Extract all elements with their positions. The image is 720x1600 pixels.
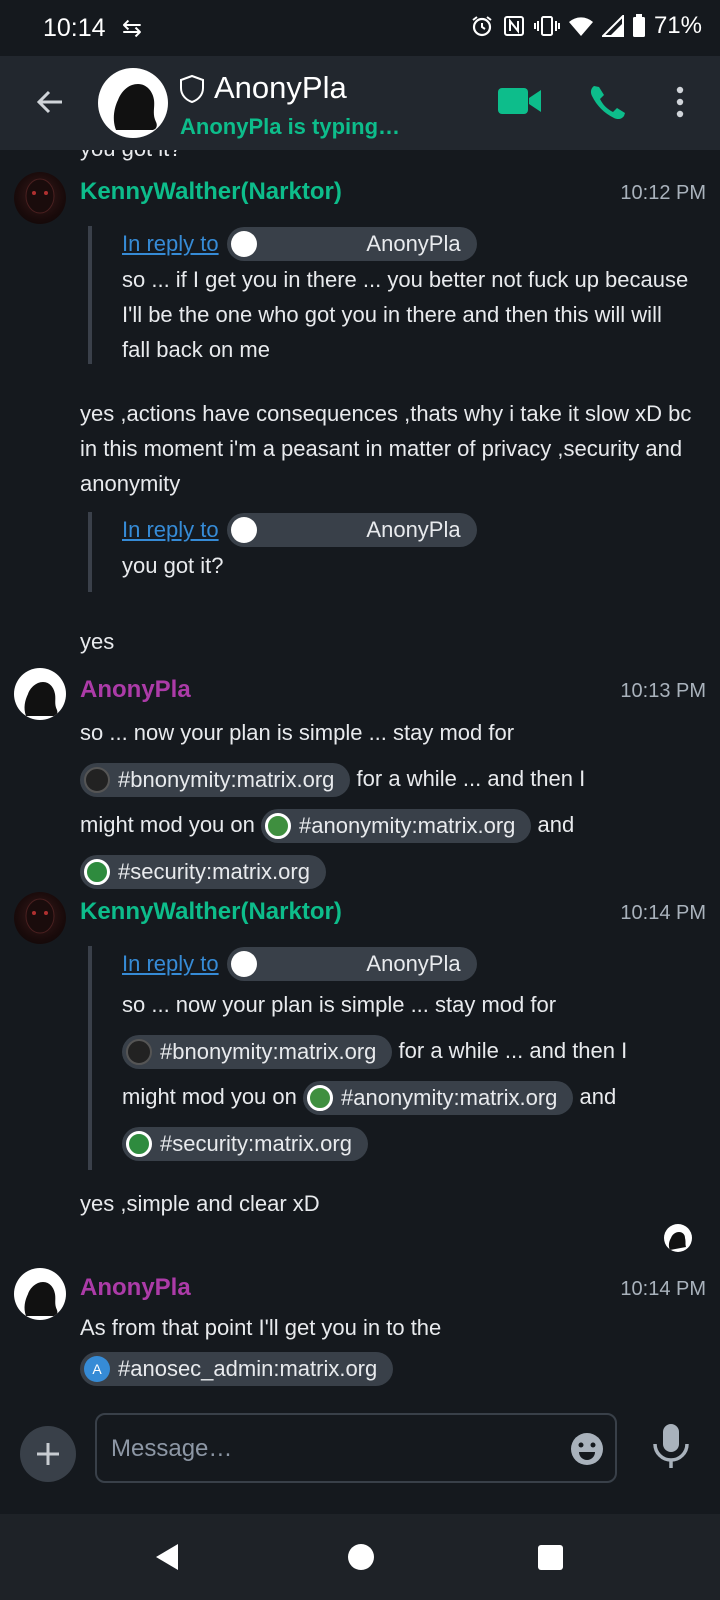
user-pill[interactable]: AnonyPla (226, 227, 477, 261)
back-arrow-icon[interactable] (30, 82, 70, 122)
user-avatar-icon (230, 517, 257, 543)
typing-indicator: AnonyPla is typing… (180, 114, 401, 139)
avatar-kenny[interactable] (14, 892, 66, 944)
nav-back-icon[interactable] (152, 1542, 182, 1572)
user-pill[interactable]: AnonyPla (226, 947, 477, 981)
message-body: yes (80, 629, 115, 654)
room-avatar-icon (265, 813, 291, 840)
wifi-icon (568, 17, 593, 36)
message-timestamp: 10:14 PM (620, 1278, 706, 1300)
status-time: 10:14 (43, 14, 106, 42)
sender-name[interactable]: KennyWalther(Narktor) (80, 898, 342, 926)
avatar-anonypla[interactable] (14, 1268, 66, 1320)
microphone-icon[interactable] (650, 1422, 692, 1470)
quoted-text: so ... if I get you in there ... you bet… (122, 267, 689, 362)
status-bar: 10:14 ⇆ 71% (0, 0, 720, 56)
message-timeline[interactable]: you got it? KennyWalther(Narktor) 10:12 … (0, 150, 720, 1408)
room-avatar-icon (84, 859, 110, 886)
status-icons: 71% (470, 12, 702, 40)
room-pill[interactable]: #bnonymity:matrix.org (122, 1035, 393, 1070)
room-pill[interactable]: #security:matrix.org (122, 1127, 368, 1162)
avatar-anonypla[interactable] (14, 668, 66, 720)
room-pill[interactable]: #bnonymity:matrix.org (80, 763, 351, 798)
avatar-kenny[interactable] (14, 172, 66, 224)
system-nav-bar (0, 1514, 720, 1600)
message-input-placeholder: Message… (111, 1435, 233, 1462)
room-pill[interactable]: A #anosec_admin:matrix.org (80, 1352, 394, 1387)
room-pill[interactable]: #security:matrix.org (80, 855, 326, 890)
in-reply-to-link[interactable]: In reply to (122, 951, 219, 977)
add-icon (37, 1443, 59, 1465)
message-body: yes ,actions have consequences ,thats wh… (80, 401, 692, 496)
shield-icon (180, 74, 204, 104)
room-name[interactable]: AnonyPla (214, 70, 347, 106)
quoted-text: so ... now your plan is simple ... stay … (122, 982, 692, 1166)
room-pill[interactable]: #anonymity:matrix.org (261, 809, 532, 844)
message-timestamp: 10:12 PM (620, 182, 706, 204)
battery-icon (632, 14, 645, 37)
message-timestamp: 10:13 PM (620, 680, 706, 702)
room-avatar-icon (126, 1039, 152, 1066)
sender-name[interactable]: AnonyPla (80, 1274, 191, 1302)
room-pill[interactable]: #anonymity:matrix.org (303, 1081, 574, 1116)
room-header: AnonyPla AnonyPla is typing… (0, 56, 720, 150)
alarm-icon (472, 16, 492, 37)
room-initial-avatar: A (84, 1356, 110, 1383)
sender-name[interactable]: AnonyPla (80, 676, 191, 704)
room-avatar-icon (84, 767, 110, 794)
battery-level: 71% (653, 12, 702, 39)
room-avatar[interactable] (98, 68, 168, 138)
vibrate-icon (533, 16, 560, 36)
message-timestamp: 10:14 PM (620, 902, 706, 924)
reply-quote[interactable]: In reply to AnonyPla you got it? (88, 512, 692, 592)
reply-quote[interactable]: In reply to AnonyPla so ... now your pla… (88, 946, 692, 1170)
message-body: yes ,simple and clear xD (80, 1191, 320, 1216)
message-body: so ... now your plan is simple ... stay … (80, 710, 700, 894)
nav-home-icon[interactable] (348, 1544, 374, 1570)
message-body: As from that point I'll get you in to th… (80, 1308, 700, 1388)
add-attachment-button[interactable] (20, 1426, 76, 1482)
video-call-icon[interactable] (498, 86, 542, 116)
in-reply-to-link[interactable]: In reply to (122, 231, 219, 257)
sender-name[interactable]: KennyWalther(Narktor) (80, 178, 342, 206)
sync-icon: ⇆ (122, 15, 143, 42)
user-pill[interactable]: AnonyPla (226, 513, 477, 547)
room-avatar-icon (126, 1131, 152, 1158)
read-receipt-avatar[interactable] (664, 1224, 692, 1252)
more-vert-icon[interactable] (666, 84, 694, 120)
emoji-icon[interactable] (569, 1431, 605, 1467)
nfc-icon (503, 16, 524, 36)
room-avatar-icon (307, 1085, 333, 1112)
user-avatar-icon (230, 951, 257, 977)
user-avatar-icon (230, 231, 257, 257)
quoted-text: you got it? (122, 553, 224, 578)
message-input[interactable]: Message… (95, 1413, 617, 1483)
message-composer: Message… (0, 1408, 720, 1496)
reply-quote[interactable]: In reply to AnonyPla so ... if I get you… (88, 226, 692, 364)
nav-recents-icon[interactable] (538, 1545, 563, 1570)
phone-icon[interactable] (586, 82, 626, 122)
partial-message: you got it? (80, 150, 182, 162)
in-reply-to-link[interactable]: In reply to (122, 517, 219, 543)
signal-icon (601, 15, 624, 37)
